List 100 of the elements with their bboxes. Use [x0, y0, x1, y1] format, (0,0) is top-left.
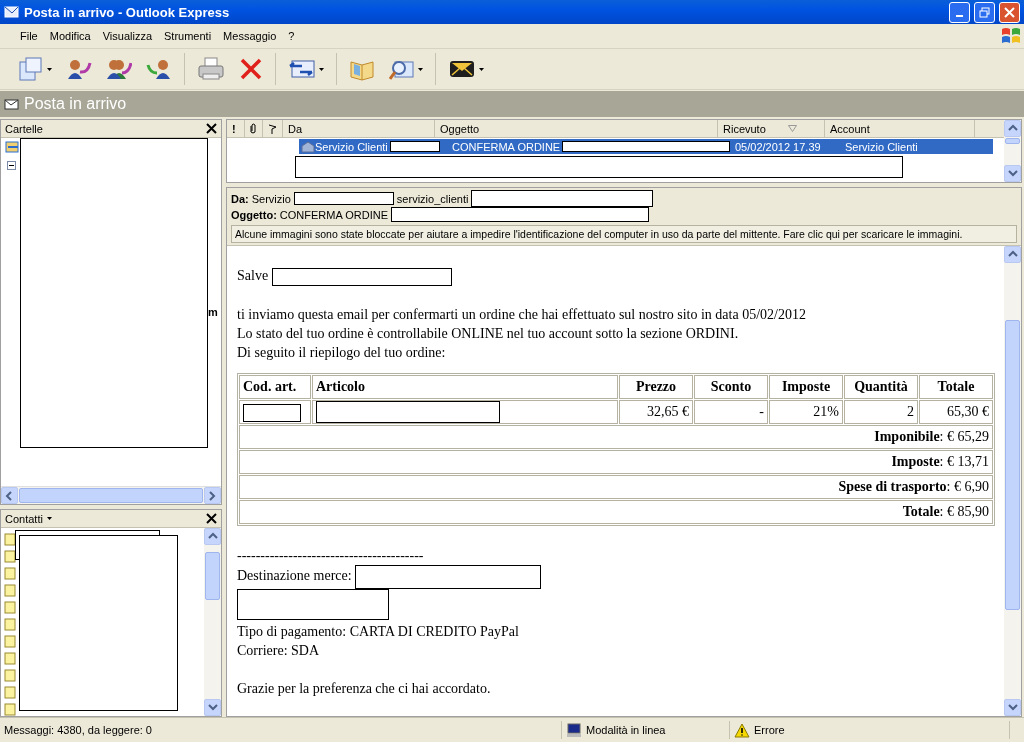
table-cell: Spese di trasporto: € 6,90 — [239, 474, 993, 499]
close-icon[interactable] — [206, 513, 217, 524]
close-icon — [1004, 6, 1015, 18]
caret-icon — [479, 67, 484, 71]
scrollbar[interactable] — [1004, 120, 1021, 182]
tree-label: m — [208, 306, 218, 318]
body-text: ti inviamo questa email per confermarti un ordine che hai effettuato sul nostro sito in data 05/02/2012 — [237, 305, 807, 324]
contact-card-icon — [4, 600, 16, 614]
scrollbar[interactable] — [1004, 246, 1021, 716]
column-header[interactable]: Account — [825, 120, 975, 137]
body-text: Corriere: SDA — [237, 641, 321, 660]
scroll-right-button[interactable] — [204, 487, 221, 504]
scroll-down-button[interactable] — [1004, 699, 1021, 716]
app-icon — [4, 4, 20, 20]
column-header[interactable]: ! — [227, 120, 245, 137]
column-header[interactable]: Ricevuto — [718, 120, 825, 137]
scroll-thumb[interactable] — [1005, 320, 1020, 610]
pane-title: Cartelle — [5, 122, 43, 135]
email-text: servizio_clienti — [396, 192, 469, 205]
column-header[interactable]: Oggetto — [435, 120, 718, 137]
field-label: Oggetto: — [231, 208, 277, 221]
message-row[interactable]: Servizio Clienti CONFERMA ORDINE 05/02/2012 17.39 Servizio Clienti — [299, 139, 993, 154]
sender-text: Servizio — [251, 192, 291, 205]
contact-card-icon — [4, 702, 16, 716]
paperclip-icon — [250, 123, 256, 134]
scroll-thumb[interactable] — [19, 488, 203, 503]
status-text: Messaggi: 4380, da leggere: 0 — [4, 724, 152, 736]
restore-button[interactable] — [974, 1, 995, 23]
close-button[interactable] — [999, 1, 1020, 23]
restore-icon — [979, 6, 990, 18]
window-title: Posta in arrivo - Outlook Express — [24, 4, 231, 20]
column-header: Prezzo — [619, 374, 693, 399]
minimize-button[interactable] — [949, 1, 970, 23]
menu-item[interactable]: Modifica — [43, 30, 97, 42]
table-cell: 21% — [769, 399, 843, 424]
subject-text: CONFERMA ORDINE — [452, 140, 561, 153]
scrollbar[interactable] — [1, 486, 221, 504]
table-cell: - — [694, 399, 768, 424]
caret-icon — [47, 67, 52, 71]
contact-card-icon — [4, 634, 16, 648]
table-cell: Imposte: € 13,71 — [239, 449, 993, 474]
warning-icon — [734, 722, 750, 738]
status-text: Modalità in linea — [586, 724, 666, 736]
caret-icon — [46, 517, 52, 520]
close-x-icon — [239, 57, 263, 81]
chevron-left-icon — [4, 490, 15, 501]
column-header: Imposte — [769, 374, 843, 399]
scroll-thumb[interactable] — [205, 552, 220, 600]
contact-card-icon — [4, 549, 16, 563]
menu-item[interactable]: File — [14, 30, 44, 42]
field-label: Da: — [231, 192, 249, 205]
scroll-up-button[interactable] — [204, 528, 221, 545]
column-header: Cod. art. — [239, 374, 311, 399]
folder-title: Posta in arrivo — [24, 95, 127, 113]
close-icon[interactable] — [206, 123, 217, 134]
flag-icon — [268, 123, 277, 134]
column-header[interactable]: Da — [283, 120, 435, 137]
body-text: Destinazione merce: — [237, 568, 352, 583]
menu-item[interactable]: ? — [282, 30, 301, 42]
separator-text: ---------------------------------------- — [237, 546, 425, 565]
contact-card-icon — [4, 668, 16, 682]
minimize-icon — [956, 15, 963, 17]
scroll-up-button[interactable] — [1004, 246, 1021, 263]
greeting-text: Salve — [237, 268, 269, 283]
computer-icon — [566, 722, 582, 738]
chevron-down-icon — [207, 702, 218, 713]
contact-card-icon — [4, 566, 16, 580]
blocked-images-notice[interactable]: Alcune immagini sono state bloccate per aiutare a impedire l'identificazione del computer in uso da parte del mittente. Fare clic qui per scaricare le immagini. — [231, 225, 1017, 243]
body-text: Grazie per la preferenza che ci hai accordato. — [237, 679, 492, 698]
collapse-icon[interactable] — [7, 161, 16, 170]
scroll-down-button[interactable] — [204, 699, 221, 716]
person-arrow-icon — [66, 57, 92, 81]
caret-icon — [418, 67, 423, 71]
pane-title[interactable]: Contatti — [5, 512, 52, 525]
chevron-right-icon — [207, 490, 218, 501]
scrollbar[interactable] — [204, 528, 221, 716]
scroll-down-button[interactable] — [1004, 165, 1021, 182]
scroll-up-button[interactable] — [1004, 120, 1021, 137]
table-cell: 65,30 € — [919, 399, 993, 424]
menu-item[interactable]: Strumenti — [158, 30, 218, 42]
body-text: Lo stato del tuo ordine è controllabile ONLINE nel tuo account sotto la sezione ORDINI. — [237, 324, 740, 343]
flag-logo-icon — [1000, 26, 1022, 46]
body-text: Di seguito il riepilogo del tuo ordine: — [237, 343, 447, 362]
scroll-thumb[interactable] — [1005, 138, 1020, 144]
contact-card-icon — [4, 685, 16, 699]
menu-item[interactable]: Messaggio — [217, 30, 283, 42]
column-header: Quantità — [844, 374, 918, 399]
new-document-icon — [18, 57, 44, 81]
subject-text: CONFERMA ORDINE — [279, 208, 388, 221]
inbox-icon — [4, 97, 20, 111]
table-cell: Imponibile: € 65,29 — [239, 424, 993, 449]
column-header: Totale — [919, 374, 993, 399]
contact-card-icon — [4, 583, 16, 597]
contact-card-icon — [4, 617, 16, 631]
redaction-box — [389, 141, 440, 152]
body-text: Tipo di pagamento: CARTA DI CREDITO PayPal — [237, 622, 520, 641]
scroll-left-button[interactable] — [1, 487, 18, 504]
menu-item[interactable]: Visualizza — [96, 30, 159, 42]
contact-card-icon — [4, 651, 16, 665]
table-cell: 2 — [844, 399, 918, 424]
